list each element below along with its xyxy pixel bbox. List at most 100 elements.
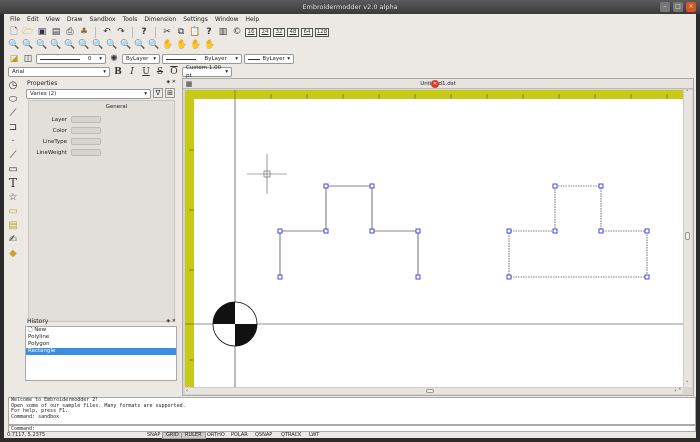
panel-float-close-icon[interactable]: ◈ ✕ bbox=[166, 79, 176, 85]
undo-icon[interactable]: ↶ bbox=[101, 26, 113, 38]
overline-button[interactable]: O bbox=[168, 66, 180, 78]
selection-combo[interactable]: Varies (2) ▾ bbox=[26, 89, 151, 99]
history-list[interactable]: 🗋 New Polyline Polygon Rectangle bbox=[25, 326, 177, 381]
polyline-shape[interactable] bbox=[279, 185, 419, 277]
open-icon[interactable]: 🗁 bbox=[22, 26, 34, 38]
grip[interactable] bbox=[644, 274, 650, 280]
grip[interactable] bbox=[415, 228, 421, 234]
grip[interactable] bbox=[598, 228, 604, 234]
grip[interactable] bbox=[277, 228, 283, 234]
grid-toggle[interactable]: GRID bbox=[162, 432, 183, 439]
lineweight-combo[interactable]: ByLayer ▾ bbox=[244, 54, 294, 64]
ruler-toggle[interactable]: RULER bbox=[181, 432, 206, 439]
print-icon[interactable]: ⎙ bbox=[64, 26, 76, 38]
zoom-center-icon[interactable]: 🔍 bbox=[78, 39, 90, 51]
close-icon[interactable]: ✕ bbox=[686, 2, 696, 12]
close-document-icon[interactable]: ✕ bbox=[431, 80, 439, 88]
whats-this-icon[interactable]: ? bbox=[203, 26, 215, 38]
history-item[interactable]: Rectangle bbox=[26, 348, 176, 355]
save-icon[interactable]: ▣ bbox=[36, 26, 48, 38]
grip[interactable] bbox=[552, 183, 558, 189]
snap-toggle[interactable]: SNAP bbox=[144, 432, 163, 439]
panel-float-close-icon[interactable]: ◈ ✕ bbox=[166, 318, 176, 324]
star-tool-icon[interactable]: ☆ bbox=[6, 190, 20, 204]
bold-button[interactable]: B bbox=[112, 66, 124, 78]
polar-toggle[interactable]: POLAR bbox=[228, 432, 251, 439]
scroll-right-icon[interactable]: › ⌃ bbox=[674, 388, 682, 394]
text-size-128-button[interactable]: 128 bbox=[315, 27, 329, 37]
text-size-48-button[interactable]: 48 bbox=[287, 27, 299, 37]
pan-realtime-icon[interactable]: ✋ bbox=[162, 39, 174, 51]
menu-window[interactable]: Window bbox=[215, 16, 239, 23]
pan-right-icon[interactable]: ✋ bbox=[204, 39, 216, 51]
drawing-canvas[interactable] bbox=[185, 90, 683, 387]
grip[interactable] bbox=[506, 274, 512, 280]
history-item[interactable]: 🗋 New bbox=[26, 327, 176, 334]
point-tool-icon[interactable]: · bbox=[6, 134, 20, 148]
color-prop-combo[interactable] bbox=[71, 127, 101, 134]
text-size-24-button[interactable]: 24 bbox=[259, 27, 271, 37]
maximize-icon[interactable]: □ bbox=[673, 2, 683, 12]
paste-icon[interactable]: 📋 bbox=[189, 26, 201, 38]
zoom-dynamic-icon[interactable]: 🔍 bbox=[50, 39, 62, 51]
history-item[interactable]: Polygon bbox=[26, 341, 176, 348]
lineweight-prop-combo[interactable] bbox=[71, 149, 101, 156]
text-size-combo[interactable]: Custom 1.00 pt ▾ bbox=[182, 65, 232, 79]
scroll-up-icon[interactable]: ˄ bbox=[686, 90, 689, 96]
line-tool-icon[interactable]: ⟋ bbox=[6, 106, 20, 120]
about-icon[interactable]: © bbox=[231, 26, 243, 38]
treble-clef-tool-icon[interactable]: ◆ bbox=[6, 246, 20, 260]
zoom-out-icon[interactable]: 🔍 bbox=[106, 39, 118, 51]
rectangle-tool-icon[interactable]: ▭ bbox=[6, 162, 20, 176]
layer-combo[interactable] bbox=[71, 116, 101, 123]
zoom-all-icon[interactable]: 🔍 bbox=[134, 39, 146, 51]
cut-icon[interactable]: ✂ bbox=[161, 26, 173, 38]
grip[interactable] bbox=[369, 183, 375, 189]
grip[interactable] bbox=[415, 274, 421, 280]
vertical-scroll-thumb[interactable] bbox=[685, 232, 690, 240]
pan-point-icon[interactable]: ✋ bbox=[176, 39, 188, 51]
circle-tool-icon[interactable]: ◷ bbox=[6, 78, 20, 92]
zoom-selected-icon[interactable]: 🔍 bbox=[120, 39, 132, 51]
zoom-window-icon[interactable]: 🔍 bbox=[36, 39, 48, 51]
menu-tools[interactable]: Tools bbox=[123, 16, 138, 23]
layer-manager-icon[interactable]: ◪ bbox=[8, 53, 20, 65]
menu-sandbox[interactable]: Sandbox bbox=[90, 16, 116, 23]
menu-draw[interactable]: Draw bbox=[67, 16, 83, 23]
zoom-scale-icon[interactable]: 🔍 bbox=[64, 39, 76, 51]
qtrack-toggle[interactable]: QTRACK bbox=[278, 432, 304, 439]
menu-edit[interactable]: Edit bbox=[27, 16, 39, 23]
history-item[interactable]: Polyline bbox=[26, 334, 176, 341]
menu-settings[interactable]: Settings bbox=[183, 16, 208, 23]
help-icon[interactable]: ? bbox=[138, 26, 150, 38]
scroll-left-icon[interactable]: ‹ bbox=[186, 388, 188, 394]
redo-icon[interactable]: ↷ bbox=[115, 26, 127, 38]
save-as-icon[interactable]: ▤ bbox=[50, 26, 62, 38]
grip[interactable] bbox=[506, 228, 512, 234]
scroll-down-icon[interactable]: ˅ bbox=[686, 381, 689, 387]
menu-file[interactable]: File bbox=[10, 16, 20, 23]
text-size-16-button[interactable]: 16 bbox=[245, 27, 257, 37]
ortho-toggle[interactable]: ORTHO bbox=[204, 432, 228, 439]
underline-button[interactable]: U bbox=[140, 66, 152, 78]
copy-icon[interactable]: ⧉ bbox=[175, 26, 187, 38]
document-menu-icon[interactable]: ▦ bbox=[185, 79, 193, 88]
zoom-extents-icon[interactable]: 🔍 bbox=[148, 39, 160, 51]
color-combo[interactable]: ByLayer ▾ bbox=[122, 54, 160, 64]
grip[interactable] bbox=[552, 228, 558, 234]
layer-previous-icon[interactable]: ◫ bbox=[22, 53, 34, 65]
polygon-shape[interactable] bbox=[508, 185, 648, 278]
text-size-32-button[interactable]: 32 bbox=[273, 27, 285, 37]
grip[interactable] bbox=[277, 274, 283, 280]
horizontal-scroll-thumb[interactable] bbox=[426, 389, 434, 393]
qsnap-toggle[interactable]: QSNAP bbox=[252, 432, 275, 439]
text-tool-icon[interactable]: T bbox=[6, 176, 20, 190]
linetype-prop-combo[interactable] bbox=[71, 138, 101, 145]
design-details-icon[interactable]: ♣ bbox=[78, 26, 90, 38]
canvas-svg[interactable] bbox=[185, 90, 683, 387]
tip-of-day-icon[interactable]: ▥ bbox=[217, 26, 229, 38]
zoom-in-icon[interactable]: 🔍 bbox=[92, 39, 104, 51]
filter-icon[interactable]: ∇ bbox=[153, 88, 163, 98]
grip[interactable] bbox=[323, 228, 329, 234]
vertical-scrollbar[interactable]: ˄ ˅ bbox=[683, 90, 692, 387]
